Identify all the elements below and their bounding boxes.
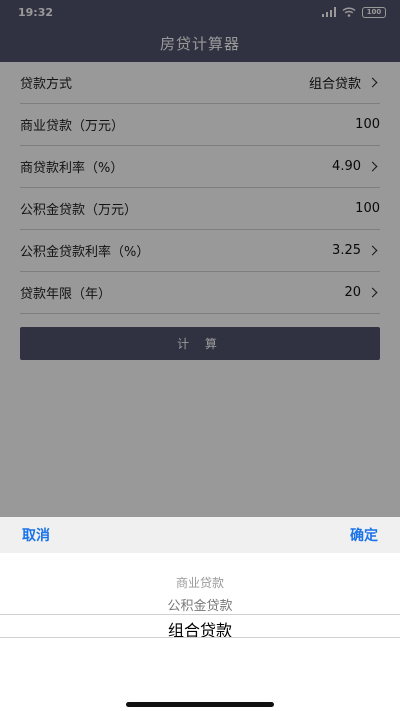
picker-selection-divider [0, 637, 400, 638]
loan-type-picker[interactable]: 商业贷款 公积金贷款 组合贷款 [0, 553, 400, 711]
confirm-button[interactable]: 确定 [350, 525, 378, 545]
picker-toolbar: 取消 确定 [0, 517, 400, 553]
modal-overlay[interactable] [0, 0, 400, 517]
cancel-button[interactable]: 取消 [22, 525, 50, 545]
picker-selection-divider [0, 614, 400, 615]
home-indicator[interactable] [126, 702, 274, 707]
picker-option[interactable]: 商业贷款 [0, 574, 400, 591]
picker-option[interactable]: 公积金贷款 [0, 595, 400, 614]
